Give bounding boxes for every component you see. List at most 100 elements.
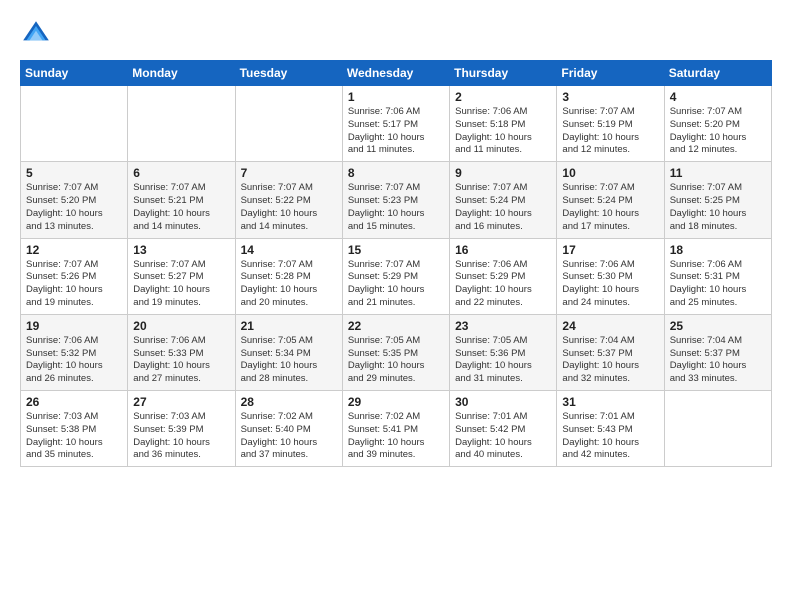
day-info: Sunrise: 7:07 AMSunset: 5:19 PMDaylight:… xyxy=(562,106,658,157)
day-cell: 1 Sunrise: 7:06 AMSunset: 5:17 PMDaylight… xyxy=(342,86,449,162)
week-row-5: 26 Sunrise: 7:03 AMSunset: 5:38 PMDayligh… xyxy=(21,391,772,467)
day-cell: 25 Sunrise: 7:04 AMSunset: 5:37 PMDayligh… xyxy=(664,314,771,390)
week-row-3: 12Sunrise: 7:07 AMSunset: 5:26 PMDayligh… xyxy=(21,238,772,314)
day-number: 23 xyxy=(455,319,551,333)
day-number: 31 xyxy=(562,395,658,409)
day-cell: 10Sunrise: 7:07 AMSunset: 5:24 PMDayligh… xyxy=(557,162,664,238)
weekday-header-friday: Friday xyxy=(557,61,664,86)
weekday-header-thursday: Thursday xyxy=(450,61,557,86)
day-info: Sunrise: 7:07 AMSunset: 5:25 PMDaylight:… xyxy=(670,182,766,233)
day-info: Sunrise: 7:07 AMSunset: 5:21 PMDaylight:… xyxy=(133,182,229,233)
day-info: Sunrise: 7:07 AMSunset: 5:29 PMDaylight:… xyxy=(348,259,444,310)
day-info: Sunrise: 7:02 AMSunset: 5:41 PMDaylight:… xyxy=(348,411,444,462)
day-cell: 12Sunrise: 7:07 AMSunset: 5:26 PMDayligh… xyxy=(21,238,128,314)
day-number: 21 xyxy=(241,319,337,333)
day-info: Sunrise: 7:07 AMSunset: 5:27 PMDaylight:… xyxy=(133,259,229,310)
day-number: 2 xyxy=(455,90,551,104)
day-info: Sunrise: 7:05 AMSunset: 5:35 PMDaylight:… xyxy=(348,335,444,386)
day-cell: 30 Sunrise: 7:01 AMSunset: 5:42 PMDayligh… xyxy=(450,391,557,467)
day-number: 26 xyxy=(26,395,122,409)
day-number: 25 xyxy=(670,319,766,333)
day-cell: 3 Sunrise: 7:07 AMSunset: 5:19 PMDaylight… xyxy=(557,86,664,162)
day-number: 18 xyxy=(670,243,766,257)
day-info: Sunrise: 7:06 AMSunset: 5:33 PMDaylight:… xyxy=(133,335,229,386)
logo xyxy=(20,18,56,50)
day-cell: 19 Sunrise: 7:06 AMSunset: 5:32 PMDayligh… xyxy=(21,314,128,390)
day-number: 9 xyxy=(455,166,551,180)
day-cell: 2 Sunrise: 7:06 AMSunset: 5:18 PMDaylight… xyxy=(450,86,557,162)
day-cell: 29 Sunrise: 7:02 AMSunset: 5:41 PMDayligh… xyxy=(342,391,449,467)
weekday-header-monday: Monday xyxy=(128,61,235,86)
day-cell: 22 Sunrise: 7:05 AMSunset: 5:35 PMDayligh… xyxy=(342,314,449,390)
day-cell: 24Sunrise: 7:04 AMSunset: 5:37 PMDayligh… xyxy=(557,314,664,390)
weekday-header-sunday: Sunday xyxy=(21,61,128,86)
day-info: Sunrise: 7:03 AMSunset: 5:38 PMDaylight:… xyxy=(26,411,122,462)
day-number: 3 xyxy=(562,90,658,104)
day-info: Sunrise: 7:06 AMSunset: 5:30 PMDaylight:… xyxy=(562,259,658,310)
day-number: 13 xyxy=(133,243,229,257)
day-info: Sunrise: 7:03 AMSunset: 5:39 PMDaylight:… xyxy=(133,411,229,462)
day-cell xyxy=(21,86,128,162)
day-cell: 5 Sunrise: 7:07 AMSunset: 5:20 PMDaylight… xyxy=(21,162,128,238)
day-cell: 20Sunrise: 7:06 AMSunset: 5:33 PMDayligh… xyxy=(128,314,235,390)
day-info: Sunrise: 7:06 AMSunset: 5:18 PMDaylight:… xyxy=(455,106,551,157)
day-number: 22 xyxy=(348,319,444,333)
day-cell: 21 Sunrise: 7:05 AMSunset: 5:34 PMDayligh… xyxy=(235,314,342,390)
day-number: 16 xyxy=(455,243,551,257)
day-info: Sunrise: 7:07 AMSunset: 5:20 PMDaylight:… xyxy=(26,182,122,233)
page: SundayMondayTuesdayWednesdayThursdayFrid… xyxy=(0,0,792,612)
day-info: Sunrise: 7:05 AMSunset: 5:34 PMDaylight:… xyxy=(241,335,337,386)
day-info: Sunrise: 7:01 AMSunset: 5:43 PMDaylight:… xyxy=(562,411,658,462)
day-number: 11 xyxy=(670,166,766,180)
day-cell: 8Sunrise: 7:07 AMSunset: 5:23 PMDaylight… xyxy=(342,162,449,238)
day-number: 19 xyxy=(26,319,122,333)
day-cell xyxy=(235,86,342,162)
day-cell: 27 Sunrise: 7:03 AMSunset: 5:39 PMDayligh… xyxy=(128,391,235,467)
day-number: 10 xyxy=(562,166,658,180)
day-number: 1 xyxy=(348,90,444,104)
day-info: Sunrise: 7:02 AMSunset: 5:40 PMDaylight:… xyxy=(241,411,337,462)
day-cell: 14Sunrise: 7:07 AMSunset: 5:28 PMDayligh… xyxy=(235,238,342,314)
day-cell: 17Sunrise: 7:06 AMSunset: 5:30 PMDayligh… xyxy=(557,238,664,314)
day-info: Sunrise: 7:04 AMSunset: 5:37 PMDaylight:… xyxy=(670,335,766,386)
day-cell: 7 Sunrise: 7:07 AMSunset: 5:22 PMDaylight… xyxy=(235,162,342,238)
day-cell: 9Sunrise: 7:07 AMSunset: 5:24 PMDaylight… xyxy=(450,162,557,238)
day-info: Sunrise: 7:07 AMSunset: 5:26 PMDaylight:… xyxy=(26,259,122,310)
day-cell: 4Sunrise: 7:07 AMSunset: 5:20 PMDaylight… xyxy=(664,86,771,162)
day-cell: 28 Sunrise: 7:02 AMSunset: 5:40 PMDayligh… xyxy=(235,391,342,467)
day-number: 28 xyxy=(241,395,337,409)
day-info: Sunrise: 7:06 AMSunset: 5:29 PMDaylight:… xyxy=(455,259,551,310)
week-row-4: 19 Sunrise: 7:06 AMSunset: 5:32 PMDayligh… xyxy=(21,314,772,390)
day-number: 30 xyxy=(455,395,551,409)
weekday-header-tuesday: Tuesday xyxy=(235,61,342,86)
day-info: Sunrise: 7:07 AMSunset: 5:23 PMDaylight:… xyxy=(348,182,444,233)
calendar: SundayMondayTuesdayWednesdayThursdayFrid… xyxy=(20,60,772,467)
day-number: 27 xyxy=(133,395,229,409)
day-info: Sunrise: 7:01 AMSunset: 5:42 PMDaylight:… xyxy=(455,411,551,462)
weekday-header-wednesday: Wednesday xyxy=(342,61,449,86)
day-number: 15 xyxy=(348,243,444,257)
day-info: Sunrise: 7:07 AMSunset: 5:20 PMDaylight:… xyxy=(670,106,766,157)
day-info: Sunrise: 7:07 AMSunset: 5:28 PMDaylight:… xyxy=(241,259,337,310)
header xyxy=(20,18,772,50)
day-cell xyxy=(128,86,235,162)
day-number: 29 xyxy=(348,395,444,409)
day-info: Sunrise: 7:06 AMSunset: 5:32 PMDaylight:… xyxy=(26,335,122,386)
day-info: Sunrise: 7:05 AMSunset: 5:36 PMDaylight:… xyxy=(455,335,551,386)
weekday-header-saturday: Saturday xyxy=(664,61,771,86)
day-info: Sunrise: 7:07 AMSunset: 5:22 PMDaylight:… xyxy=(241,182,337,233)
day-number: 7 xyxy=(241,166,337,180)
week-row-1: 1 Sunrise: 7:06 AMSunset: 5:17 PMDaylight… xyxy=(21,86,772,162)
day-cell: 13 Sunrise: 7:07 AMSunset: 5:27 PMDayligh… xyxy=(128,238,235,314)
day-cell xyxy=(664,391,771,467)
weekday-header-row: SundayMondayTuesdayWednesdayThursdayFrid… xyxy=(21,61,772,86)
day-cell: 23 Sunrise: 7:05 AMSunset: 5:36 PMDayligh… xyxy=(450,314,557,390)
day-cell: 31 Sunrise: 7:01 AMSunset: 5:43 PMDayligh… xyxy=(557,391,664,467)
day-info: Sunrise: 7:06 AMSunset: 5:31 PMDaylight:… xyxy=(670,259,766,310)
day-cell: 11 Sunrise: 7:07 AMSunset: 5:25 PMDayligh… xyxy=(664,162,771,238)
week-row-2: 5 Sunrise: 7:07 AMSunset: 5:20 PMDaylight… xyxy=(21,162,772,238)
day-number: 5 xyxy=(26,166,122,180)
day-info: Sunrise: 7:06 AMSunset: 5:17 PMDaylight:… xyxy=(348,106,444,157)
day-cell: 15 Sunrise: 7:07 AMSunset: 5:29 PMDayligh… xyxy=(342,238,449,314)
day-cell: 26 Sunrise: 7:03 AMSunset: 5:38 PMDayligh… xyxy=(21,391,128,467)
